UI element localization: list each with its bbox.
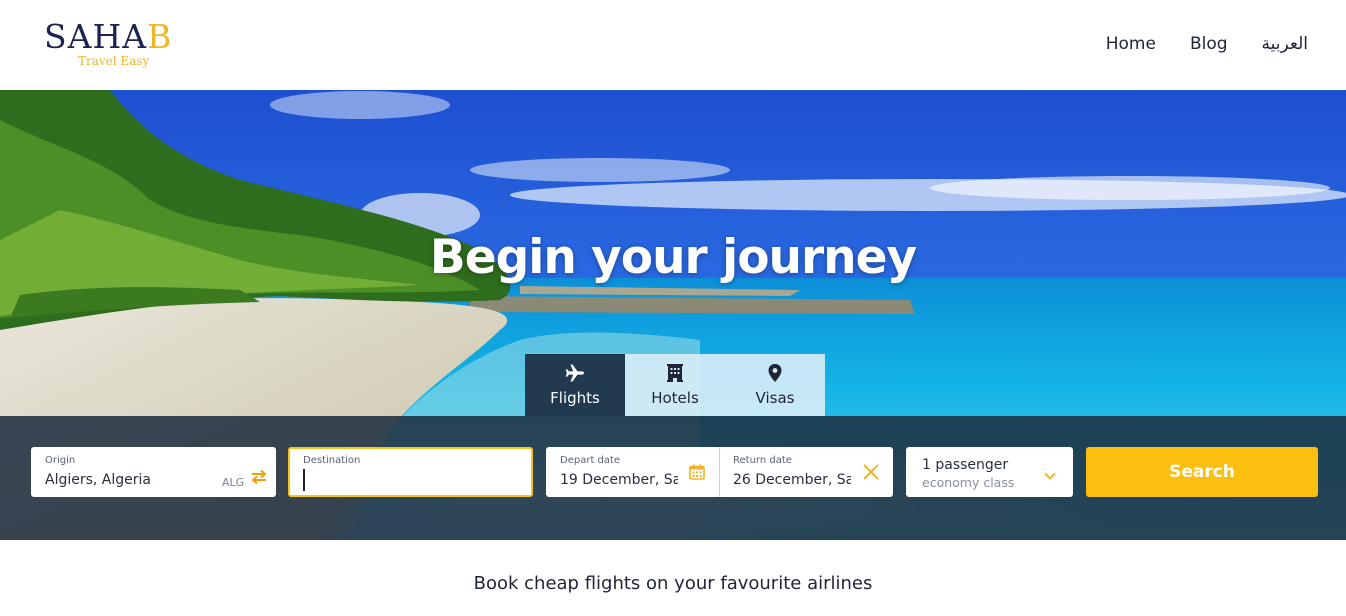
logo-tagline: Travel Easy <box>78 54 150 68</box>
swap-arrows-icon[interactable] <box>250 469 268 485</box>
hero-section: Begin your journey Flights Hotels Visas … <box>0 90 1346 540</box>
sahab-logo[interactable]: SAHAB Travel Easy <box>44 18 184 70</box>
chevron-down-icon[interactable] <box>1043 466 1057 480</box>
tab-flights-label: Flights <box>550 389 600 407</box>
hotel-building-icon <box>665 363 685 383</box>
text-caret <box>303 469 305 491</box>
logo-name-accent: B <box>147 17 173 56</box>
cheap-flights-tagline: Book cheap flights on your favourite air… <box>473 573 873 594</box>
plane-icon <box>565 363 585 383</box>
date-range-field: Depart date 19 December, Sat Return date… <box>546 447 893 497</box>
passenger-count: 1 passenger <box>922 457 1009 473</box>
flight-search-form: Origin Algiers, Algeria ALG Destination … <box>0 416 1346 540</box>
tab-hotels-label: Hotels <box>651 389 699 407</box>
logo-wordmark: SAHAB <box>44 18 184 56</box>
calendar-icon[interactable] <box>689 464 705 480</box>
map-pin-icon <box>765 363 785 383</box>
clear-return-date-icon[interactable] <box>862 463 880 481</box>
passengers-class-select[interactable]: 1 passenger economy class <box>906 447 1073 497</box>
cabin-class: economy class <box>922 475 1015 490</box>
nav-language-arabic-link[interactable]: العربية <box>1262 34 1308 54</box>
booking-tabs: Flights Hotels Visas <box>525 354 825 416</box>
nav-home-link[interactable]: Home <box>1106 34 1156 54</box>
site-header: SAHAB Travel Easy Home Blog العربية <box>0 0 1346 90</box>
tab-visas[interactable]: Visas <box>725 354 825 416</box>
tab-hotels[interactable]: Hotels <box>625 354 725 416</box>
return-date-label: Return date <box>733 455 792 466</box>
hero-title: Begin your journey <box>429 230 917 285</box>
depart-date-label: Depart date <box>560 455 621 466</box>
date-divider <box>719 447 720 497</box>
tab-visas-label: Visas <box>755 389 795 407</box>
origin-airport-code: ALG <box>222 476 245 489</box>
search-button[interactable]: Search <box>1086 447 1318 497</box>
depart-date-input[interactable]: 19 December, Sat <box>560 472 678 488</box>
tab-flights[interactable]: Flights <box>525 354 625 416</box>
nav-blog-link[interactable]: Blog <box>1190 34 1228 54</box>
origin-label: Origin <box>45 455 76 466</box>
return-date-input[interactable]: 26 December, Sat <box>733 472 851 488</box>
destination-field[interactable]: Destination <box>288 447 533 497</box>
logo-name-main: SAHA <box>44 17 148 56</box>
main-nav: Home Blog العربية <box>1106 34 1308 54</box>
origin-field[interactable]: Origin Algiers, Algeria ALG <box>31 447 276 497</box>
origin-value: Algiers, Algeria <box>45 472 151 488</box>
destination-label: Destination <box>303 455 361 466</box>
